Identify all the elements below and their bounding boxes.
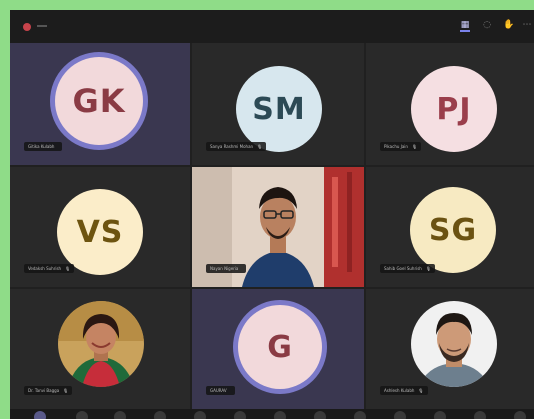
participant-name-text: Dr. Tanvi Bagga	[28, 388, 60, 393]
meeting-window: ▦ ◌ ✋ ⋯ GK Gitika Kulabh SM Sanya Rashmi…	[10, 10, 534, 419]
participant-tile[interactable]: Ashlesh Kulabh 🎙	[366, 289, 534, 409]
participant-name: Dr. Tanvi Bagga 🎙	[24, 386, 73, 395]
avatar: SG	[410, 187, 496, 273]
mini-avatar[interactable]	[354, 411, 366, 419]
mini-avatar[interactable]	[514, 411, 526, 419]
title-placeholder	[37, 25, 47, 27]
mini-avatar[interactable]	[474, 411, 486, 419]
mini-avatar[interactable]	[394, 411, 406, 419]
chat-icon[interactable]: ◌	[482, 20, 492, 30]
mini-avatar[interactable]	[154, 411, 166, 419]
avatar: PJ	[411, 66, 497, 152]
participant-name: Nayan Nigeria	[206, 264, 247, 273]
avatar: SM	[236, 66, 322, 152]
mini-avatar[interactable]	[194, 411, 206, 419]
avatar-photo	[58, 301, 144, 387]
participant-name-text: GAURAV	[210, 388, 227, 393]
grid-view-icon[interactable]: ▦	[460, 20, 470, 32]
mic-icon: 🎙	[425, 266, 431, 271]
participant-video-tile[interactable]: Nayan Nigeria	[192, 167, 364, 287]
mini-avatar[interactable]	[234, 411, 246, 419]
mic-icon: 🎙	[63, 388, 69, 393]
mini-avatar[interactable]	[76, 411, 88, 419]
avatar: G	[238, 305, 322, 389]
participant-tile[interactable]: SG Sahib Goel Suhrish 🎙	[366, 167, 534, 287]
mini-avatar[interactable]	[314, 411, 326, 419]
participant-tile[interactable]: Dr. Tanvi Bagga 🎙	[10, 289, 190, 409]
participant-tile[interactable]: GK Gitika Kulabh	[10, 43, 190, 165]
participant-name: Pikachu Jain 🎙	[380, 142, 422, 151]
participant-name-text: Sahib Goel Suhrish	[384, 266, 422, 271]
participant-name: Sahib Goel Suhrish 🎙	[380, 264, 435, 273]
mic-icon: 🎙	[257, 144, 263, 149]
participant-name-text: Pikachu Jain	[384, 144, 408, 149]
participant-name: Sanya Rashmi Mohan 🎙	[206, 142, 267, 151]
overflow-participants-bar[interactable]	[10, 409, 534, 419]
app-status-dot	[23, 23, 31, 31]
participant-tile[interactable]: VS Vedaksh Suhrish 🎙	[10, 167, 190, 287]
avatar-photo	[411, 301, 497, 387]
mini-avatar[interactable]	[34, 411, 46, 419]
participant-name-text: Ashlesh Kulabh	[384, 388, 415, 393]
participant-tile[interactable]: SM Sanya Rashmi Mohan 🎙	[192, 43, 364, 165]
participant-name-text: Gitika Kulabh	[28, 144, 55, 149]
mic-icon: 🎙	[65, 266, 71, 271]
participant-tile[interactable]: G GAURAV	[192, 289, 364, 409]
avatar: GK	[55, 57, 143, 145]
mini-avatar[interactable]	[114, 411, 126, 419]
participant-name-text: Sanya Rashmi Mohan	[210, 144, 254, 149]
participant-name-text: Vedaksh Suhrish	[28, 266, 62, 271]
participant-name: GAURAV	[206, 386, 235, 395]
more-icon[interactable]: ⋯	[522, 20, 532, 30]
title-bar: ▦ ◌ ✋ ⋯	[10, 10, 534, 43]
participant-name-text: Nayan Nigeria	[210, 266, 239, 271]
mic-icon: 🎙	[411, 144, 418, 149]
mic-icon: 🎙	[418, 388, 424, 393]
mini-avatar[interactable]	[434, 411, 446, 419]
participant-name: Gitika Kulabh	[24, 142, 63, 151]
avatar: VS	[57, 189, 143, 275]
participant-name: Ashlesh Kulabh 🎙	[380, 386, 428, 395]
participant-name: Vedaksh Suhrish 🎙	[24, 264, 75, 273]
participant-tile[interactable]: PJ Pikachu Jain 🎙	[366, 43, 534, 165]
mini-avatar[interactable]	[274, 411, 286, 419]
raise-hand-icon[interactable]: ✋	[503, 20, 514, 30]
participant-grid: GK Gitika Kulabh SM Sanya Rashmi Mohan 🎙 …	[10, 43, 534, 419]
